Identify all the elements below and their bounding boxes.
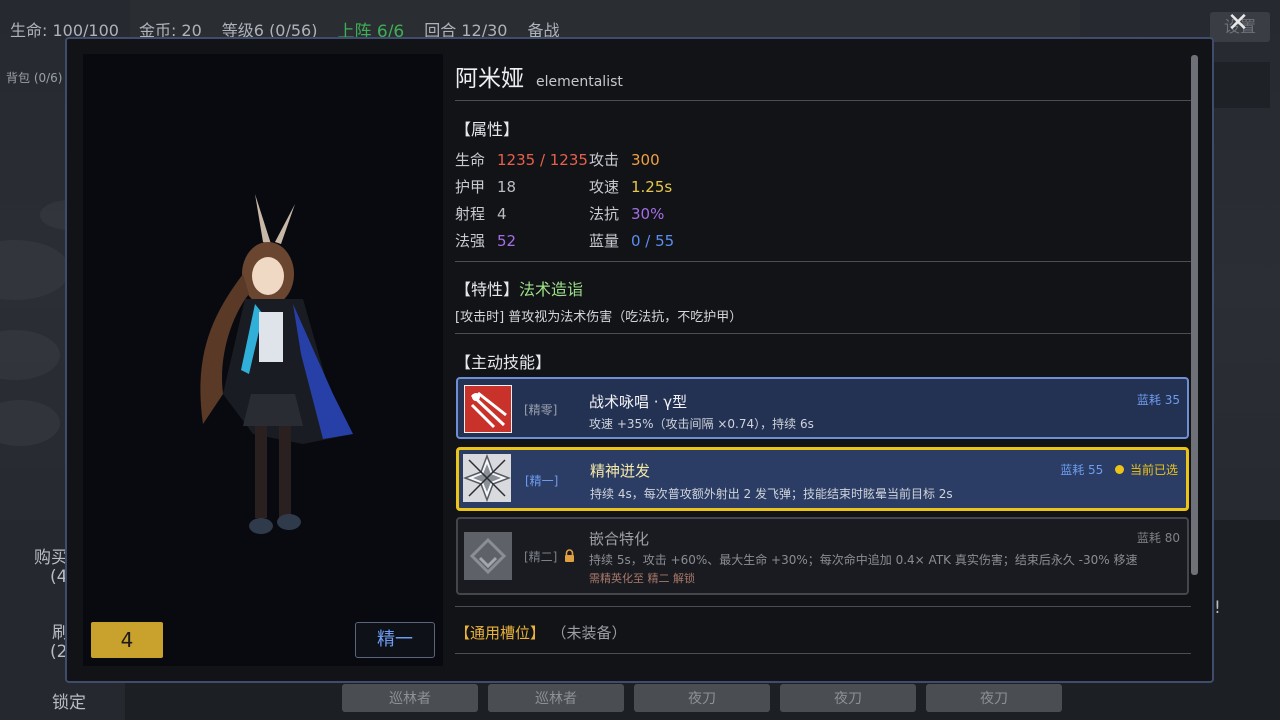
bench-slot[interactable]: 夜刀 [780, 684, 916, 712]
divider [455, 261, 1191, 262]
portrait-panel: 4 精一 [83, 54, 443, 666]
trait-title: 【特性】法术造诣 [455, 276, 583, 300]
unlock-hint: 需精英化至 精二 解锁 [589, 572, 695, 585]
bench-slot[interactable]: 巡林者 [488, 684, 624, 712]
stat-label: 法抗 [589, 205, 620, 223]
character-detail-modal: 4 精一 阿米娅 elementalist 【属性】 生命 1235 / 1235… [65, 37, 1214, 683]
skill-tier: [精一] [525, 474, 559, 488]
close-icon[interactable]: ✕ [1222, 8, 1254, 40]
selected-dot-icon [1115, 465, 1125, 474]
stat-atk: 攻击 300 [589, 149, 660, 170]
skill-tier: [精二] [524, 550, 558, 564]
skill-cost-row: 蓝耗 55 当前已选 [1060, 461, 1178, 478]
stat-value: 18 [497, 178, 517, 196]
stat-mres: 法抗 30% [589, 203, 664, 224]
skill-card[interactable]: [精零] 战术咏唱 · γ型 攻速 +35%（攻击间隔 ×0.74），持续 6s… [456, 377, 1189, 439]
skill-name: 战术咏唱 · γ型 [589, 393, 688, 411]
stat-value: 4 [497, 205, 507, 223]
name-row: 阿米娅 elementalist [455, 59, 623, 93]
warning-mark: ! [1214, 598, 1221, 618]
skill-name: 嵌合特化 [589, 530, 650, 548]
skill-card-selected[interactable]: [精一] 精神迸发 持续 4s，每次普攻额外射出 2 发飞弹；技能结束时眩晕当前… [456, 447, 1189, 511]
divider [455, 606, 1191, 607]
skill-card-locked[interactable]: [精二] 嵌合特化 持续 5s，攻击 +60%、最大生命 +30%；每次命中追加… [456, 517, 1189, 595]
skill-tier: [精零] [524, 403, 558, 417]
skills-title: 【主动技能】 [455, 353, 552, 372]
chant-icon [464, 385, 512, 433]
divider [455, 333, 1191, 334]
stat-range: 射程 4 [455, 203, 507, 224]
bench-slot[interactable]: 巡林者 [342, 684, 478, 712]
stat-aspd: 攻速 1.25s [589, 176, 672, 197]
stat-hp: 生命 1235 / 1235 [455, 149, 588, 170]
skill-cost: 蓝耗 55 [1060, 463, 1104, 477]
selected-label: 当前已选 [1129, 463, 1178, 477]
board-tile [0, 240, 70, 300]
bench-slot[interactable]: 夜刀 [634, 684, 770, 712]
character-portrait [200, 194, 353, 534]
attributes-title: 【属性】 [455, 120, 520, 139]
trait-name: 法术造诣 [519, 280, 584, 299]
stat-label: 攻击 [589, 151, 620, 169]
lock-button[interactable]: 锁定 [52, 688, 86, 713]
skill-description: 持续 5s，攻击 +60%、最大生命 +30%；每次命中追加 0.4× ATK … [589, 553, 1138, 567]
skill-description: 攻速 +35%（攻击间隔 ×0.74），持续 6s [589, 417, 814, 431]
bag-label[interactable]: 背包 (0/6) [6, 69, 63, 86]
trait-bracket: 【特性】 [455, 280, 520, 299]
stat-label: 生命 [455, 151, 486, 169]
character-class: elementalist [536, 74, 623, 90]
stat-label: 护甲 [455, 178, 486, 196]
stat-value: 0 / 55 [631, 232, 675, 250]
stat-value: 52 [497, 232, 517, 250]
skill-cost: 蓝耗 80 [1136, 531, 1180, 545]
divider [455, 100, 1191, 101]
spirit-burst-icon [463, 454, 511, 502]
buy-button[interactable]: 购买 [34, 543, 68, 568]
character-name: 阿米娅 [455, 66, 524, 92]
skill-name: 精神迸发 [590, 462, 651, 480]
stat-mana: 蓝量 0 / 55 [589, 230, 674, 251]
trait-description: [攻击时] 普攻视为法术伤害（吃法抗，不吃护甲） [455, 310, 743, 325]
stat-label: 攻速 [589, 178, 620, 196]
stat-mpow: 法强 52 [455, 230, 516, 251]
general-slot[interactable]: 【通用槽位】 （未装备） [455, 622, 627, 643]
lock-icon [565, 549, 574, 562]
stat-value: 30% [631, 205, 665, 223]
stat-value: 1.25s [631, 178, 673, 196]
chimera-icon [464, 532, 512, 580]
skill-description: 持续 4s，每次普攻额外射出 2 发飞弹；技能结束时眩晕当前目标 2s [590, 487, 953, 501]
bench-slot[interactable]: 夜刀 [926, 684, 1062, 712]
skill-cost: 蓝耗 35 [1136, 393, 1180, 407]
general-slot-value: （未装备） [559, 624, 627, 642]
divider [455, 653, 1191, 654]
general-slot-title: 【通用槽位】 [455, 624, 546, 642]
stat-label: 法强 [455, 232, 486, 250]
stat-value: 1235 / 1235 [497, 151, 588, 169]
stat-label: 射程 [455, 205, 486, 223]
stat-value: 300 [631, 151, 660, 169]
board-tile [0, 400, 60, 446]
level-badge: 4 [91, 622, 163, 658]
info-panel: 阿米娅 elementalist 【属性】 生命 1235 / 1235 攻击 30… [455, 39, 1193, 679]
elite-button[interactable]: 精一 [355, 622, 435, 658]
stat-armor: 护甲 18 [455, 176, 516, 197]
board-tile [0, 330, 60, 380]
stat-label: 蓝量 [589, 232, 620, 250]
